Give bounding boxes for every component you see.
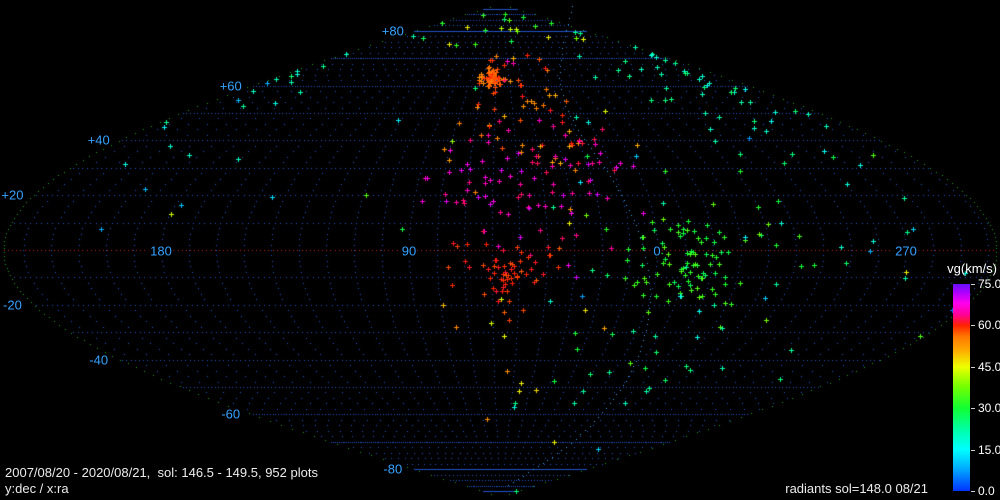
dec-tick-label: -20 — [2, 298, 23, 311]
dec-tick-label: +60 — [219, 79, 243, 92]
colorbar-tick-mark — [971, 491, 975, 492]
colorbar-title: vg(km/s) — [947, 262, 997, 275]
colorbar-tick-mark — [971, 367, 975, 368]
ra-tick-label: 180 — [149, 245, 173, 258]
colorbar-tick-label: 0.0 — [978, 485, 995, 497]
ra-tick-label: 270 — [894, 245, 918, 258]
dec-tick-label: +40 — [87, 134, 111, 147]
colorbar-tick-mark — [971, 284, 975, 285]
ra-tick-label: 90 — [401, 245, 417, 258]
dec-tick-label: -40 — [88, 353, 109, 366]
radiant-map-window: +80 +60 +40 +20 -20 -40 -60 -80 180 90 0 270 2007/0… — [0, 0, 1000, 500]
colorbar-tick-label: 30.0 — [978, 402, 1000, 414]
colorbar-tick-label: 15.0 — [978, 444, 1000, 456]
date-range-text: 2007/08/20 - 2020/08/21, sol: 146.5 - 14… — [5, 466, 318, 479]
colorbar-tick-mark — [971, 325, 975, 326]
ra-tick-label: 0 — [652, 245, 661, 258]
colorbar-tick-mark — [971, 408, 975, 409]
colorbar-gradient — [953, 284, 970, 491]
dec-tick-label: -80 — [382, 463, 403, 476]
dec-tick-label: +80 — [381, 24, 405, 37]
axis-mapping-text: y:dec / x:ra — [5, 482, 69, 495]
colorbar-tick-label: 75.0 — [978, 278, 1000, 290]
dec-tick-label: +20 — [0, 189, 24, 202]
dec-tick-label: -60 — [220, 408, 241, 421]
colorbar-tick-mark — [971, 450, 975, 451]
radiants-sol-text: radiants sol=148.0 08/21 — [785, 482, 928, 495]
colorbar-tick-label: 45.0 — [978, 361, 1000, 373]
colorbar-tick-label: 60.0 — [978, 319, 1000, 331]
